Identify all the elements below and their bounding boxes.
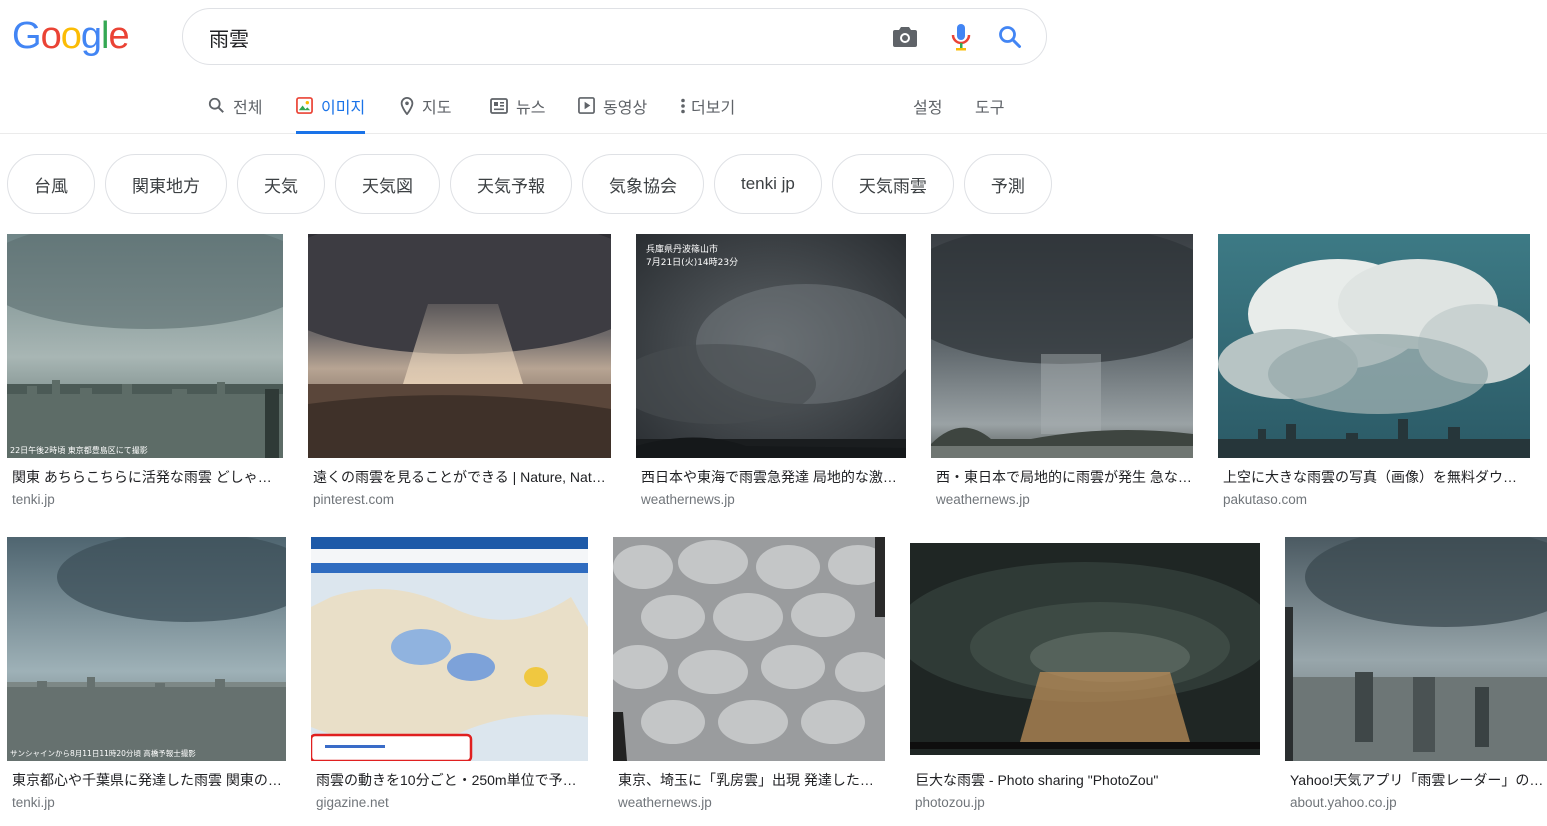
result-title[interactable]: 巨大な雨雲 - Photo sharing "PhotoZou" — [910, 771, 1260, 789]
result-title[interactable]: 西日本や東海で雨雲急発達 局地的な激しい雨や落雷に注意 - ウェザーニュース — [636, 468, 906, 486]
image-result[interactable]: 上空に大きな雨雲の写真（画像）を無料ダウンロード - フリー素材のぱくたそ pa… — [1218, 234, 1530, 508]
tools-link[interactable]: 도구 — [975, 78, 1004, 133]
camera-icon[interactable] — [891, 23, 919, 51]
tab-maps[interactable]: 지도 — [400, 78, 451, 133]
result-domain: about.yahoo.co.jp — [1290, 795, 1397, 810]
mic-icon[interactable] — [947, 23, 975, 51]
result-thumbnail[interactable] — [1285, 537, 1547, 761]
result-thumbnail[interactable]: 兵庫県丹波篠山市 7月21日(火)14時23分 — [636, 234, 906, 458]
google-logo[interactable]: Google — [12, 14, 130, 58]
result-thumbnail[interactable] — [311, 537, 588, 761]
tab-label: 동영상 — [603, 99, 648, 117]
image-icon — [296, 97, 313, 114]
more-vert-icon — [681, 98, 685, 113]
result-domain: tenki.jp — [12, 492, 55, 507]
image-result[interactable]: 西・東日本で局地的に雨雲が発生 急な激しい雨や落雷に注意 - ウェザーニュース … — [931, 234, 1193, 508]
result-title[interactable]: 雨雲の動きを10分ごと・250m単位で予測できる「tenki.jp 雨雲レーダー… — [311, 771, 588, 789]
search-icon[interactable] — [996, 23, 1024, 51]
image-result[interactable]: Yahoo!天気アプリ「雨雲レーダー」の新機能 about.yahoo.co.j… — [1285, 537, 1547, 811]
image-result[interactable]: 雨雲の動きを10分ごと・250m単位で予測できる「tenki.jp 雨雲レーダー… — [311, 537, 588, 811]
image-result[interactable]: 兵庫県丹波篠山市 7月21日(火)14時23分 西日本や東海で雨雲急発達 局地的… — [636, 234, 906, 508]
logo-letter: o — [60, 15, 82, 57]
result-domain: tenki.jp — [12, 795, 55, 810]
chip[interactable]: 天気予報 — [450, 154, 572, 214]
image-result[interactable]: 22日午後2時頃 東京都豊島区にて撮影 関東 あちらこちらに活発な雨雲 どしゃ降… — [7, 234, 283, 508]
chip[interactable]: 天気雨雲 — [831, 154, 954, 214]
tab-label: 더보기 — [691, 99, 736, 117]
thumbnail-caption-overlay: 7月21日(火)14時23分 — [646, 257, 738, 268]
result-domain: photozou.jp — [915, 795, 985, 810]
map-pin-icon — [400, 96, 414, 115]
image-result[interactable]: サンシャインから8月11日11時20分頃 高橋予報士撮影 東京都心や千葉県に発達… — [7, 537, 286, 811]
logo-letter: o — [40, 15, 62, 57]
image-result[interactable]: 東京、埼玉に「乳房雲」出現 発達した積乱雲の発達している兆候 - ウェザーニュー… — [613, 537, 885, 811]
result-thumbnail[interactable]: サンシャインから8月11日11時20分頃 高橋予報士撮影 — [7, 537, 286, 761]
chip[interactable]: 天気図 — [335, 154, 440, 214]
chip[interactable]: 天気 — [237, 154, 325, 214]
result-domain: weathernews.jp — [641, 492, 735, 507]
tab-news[interactable]: 뉴스 — [490, 78, 545, 133]
chip[interactable]: tenki jp — [714, 154, 822, 214]
logo-letter: g — [80, 15, 102, 57]
search-tabs: 전체 이미지 지도 뉴스 동영상 더보기 설정 도구 — [0, 78, 1547, 134]
chip[interactable]: 関東地方 — [105, 154, 227, 214]
result-thumbnail[interactable] — [931, 234, 1193, 458]
play-icon — [578, 97, 595, 114]
result-thumbnail[interactable] — [308, 234, 611, 458]
result-domain: pinterest.com — [313, 492, 395, 507]
search-icon — [208, 97, 224, 113]
image-result[interactable]: 遠くの雨雲を見ることができる | Nature, Natural phenome… — [308, 234, 611, 508]
logo-letter: l — [100, 15, 110, 57]
chip[interactable]: 予測 — [963, 154, 1052, 214]
result-title[interactable]: Yahoo!天気アプリ「雨雲レーダー」の新機能 — [1285, 771, 1547, 789]
result-title[interactable]: 上空に大きな雨雲の写真（画像）を無料ダウンロード - フリー素材のぱくたそ — [1218, 468, 1530, 486]
result-title[interactable]: 西・東日本で局地的に雨雲が発生 急な激しい雨や落雷に注意 - ウェザーニュース — [931, 468, 1193, 486]
result-title[interactable]: 東京都心や千葉県に発達した雨雲 関東の夜 雨雲の様子 - tenki.jp — [7, 771, 286, 789]
tab-label: 이미지 — [321, 99, 366, 117]
logo-letter: G — [12, 15, 42, 57]
result-domain: weathernews.jp — [618, 795, 712, 810]
result-thumbnail[interactable]: 22日午後2時頃 東京都豊島区にて撮影 — [7, 234, 283, 458]
logo-letter: e — [108, 15, 129, 57]
result-thumbnail[interactable] — [613, 537, 885, 761]
thumbnail-caption-overlay: 22日午後2時頃 東京都豊島区にて撮影 — [10, 445, 148, 455]
search-box — [182, 8, 1047, 65]
result-thumbnail[interactable] — [1218, 234, 1530, 458]
tab-more[interactable]: 더보기 — [680, 78, 735, 133]
result-title[interactable]: 遠くの雨雲を見ることができる | Nature, Natural phenome… — [308, 468, 611, 486]
chip[interactable]: 台風 — [7, 154, 95, 214]
result-domain: gigazine.net — [316, 795, 389, 810]
thumbnail-caption-overlay: サンシャインから8月11日11時20分頃 高橋予報士撮影 — [10, 748, 196, 758]
result-domain: pakutaso.com — [1223, 492, 1308, 507]
tab-images[interactable]: 이미지 — [296, 78, 366, 134]
tab-all[interactable]: 전체 — [208, 78, 262, 133]
tab-label: 전체 — [233, 99, 263, 117]
result-title[interactable]: 東京、埼玉に「乳房雲」出現 発達した積乱雲の発達している兆候 - ウェザーニュー… — [613, 771, 885, 789]
related-chips: 台風 関東地方 天気 天気図 天気予報 気象協会 tenki jp 天気雨雲 予… — [7, 154, 1052, 214]
settings-link[interactable]: 설정 — [913, 78, 942, 133]
result-thumbnail[interactable] — [910, 537, 1260, 761]
result-domain: weathernews.jp — [936, 492, 1030, 507]
thumbnail-caption-overlay: 兵庫県丹波篠山市 — [646, 243, 718, 255]
tab-videos[interactable]: 동영상 — [578, 78, 647, 133]
tab-label: 뉴스 — [516, 99, 546, 117]
result-title[interactable]: 関東 あちらこちらに活発な雨雲 どしゃ降り 雷 突風に注意(日直予報士 2015… — [7, 468, 283, 486]
news-icon — [490, 97, 508, 114]
image-result[interactable]: 巨大な雨雲 - Photo sharing "PhotoZou" photozo… — [910, 537, 1260, 811]
chip[interactable]: 気象協会 — [582, 154, 704, 214]
search-input[interactable] — [209, 23, 869, 51]
tab-label: 지도 — [422, 99, 452, 117]
